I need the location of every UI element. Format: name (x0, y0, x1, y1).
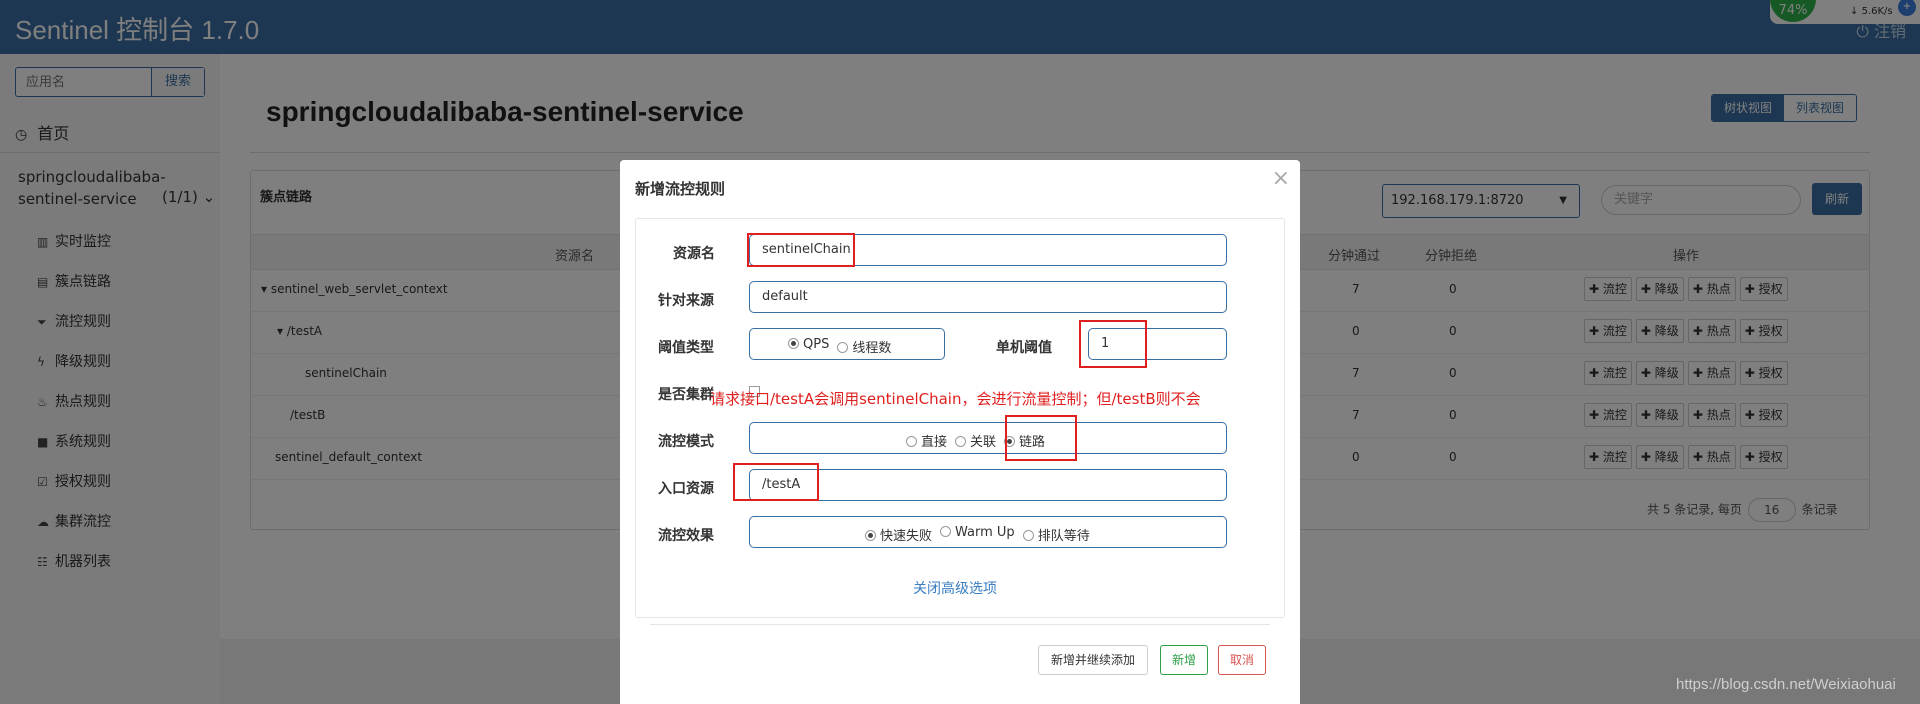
flow-mode-group: 直接 关联 链路 (749, 422, 1227, 454)
radio-relate[interactable]: 关联 (955, 431, 996, 450)
add-flow-rule-dialog: 新增流控规则 × 资源名 sentinelChain 针对来源 default … (620, 160, 1300, 704)
annotation-text: 请求接口/testA会调用sentinelChain，会进行流量控制；但/tes… (710, 390, 1201, 408)
close-advanced-link[interactable]: 关闭高级选项 (913, 578, 997, 598)
highlight-entry-box (733, 463, 819, 501)
flow-effect-options: 快速失败 Warm Up 排队等待 (865, 525, 1090, 544)
add-button[interactable]: 新增 (1160, 645, 1208, 675)
radio-label: Warm Up (955, 525, 1015, 540)
entry-resource-label: 入口资源 (658, 481, 714, 497)
add-and-continue-button[interactable]: 新增并继续添加 (1038, 645, 1148, 675)
single-threshold-label: 单机阈值 (996, 340, 1052, 356)
radio-threads[interactable]: 线程数 (837, 337, 891, 356)
dialog-title: 新增流控规则 (635, 180, 726, 198)
flow-effect-group: 快速失败 Warm Up 排队等待 (749, 516, 1227, 548)
radio-checked-icon (865, 530, 876, 541)
radio-queue[interactable]: 排队等待 (1022, 525, 1090, 544)
origin-label: 针对来源 (658, 293, 714, 309)
radio-qps[interactable]: QPS (788, 337, 829, 356)
resource-label: 资源名 (673, 246, 715, 262)
radio-unchecked-icon (837, 342, 849, 353)
cancel-button[interactable]: 取消 (1218, 645, 1266, 675)
radio-unchecked-icon (955, 436, 967, 447)
dialog-divider (650, 624, 1270, 625)
close-icon[interactable]: × (1272, 166, 1290, 191)
radio-direct[interactable]: 直接 (906, 431, 947, 450)
rule-form: 资源名 sentinelChain 针对来源 default 阈值类型 QPS … (635, 218, 1285, 618)
radio-label: 快速失败 (880, 529, 933, 544)
threshold-type-options: QPS 线程数 (788, 337, 891, 356)
radio-unchecked-icon (906, 436, 917, 447)
radio-fast-fail[interactable]: 快速失败 (865, 525, 932, 544)
flow-effect-label: 流控效果 (658, 528, 714, 544)
cluster-label: 是否集群 (658, 387, 714, 403)
entry-resource-field[interactable]: /testA (749, 469, 1227, 501)
radio-warm-up[interactable]: Warm Up (940, 525, 1015, 544)
radio-label: 直接 (921, 435, 948, 450)
highlight-chain-box (1005, 415, 1077, 461)
highlight-threshold-box (1079, 320, 1147, 368)
radio-label: 排队等待 (1037, 529, 1090, 544)
radio-label: 线程数 (852, 341, 892, 356)
flow-mode-label: 流控模式 (658, 434, 714, 450)
watermark: https://blog.csdn.net/Weixiaohuai (1676, 676, 1896, 693)
radio-unchecked-icon (1022, 530, 1034, 541)
radio-checked-icon (788, 338, 799, 349)
origin-field[interactable]: default (749, 281, 1227, 313)
radio-label: 关联 (970, 435, 997, 450)
threshold-type-label: 阈值类型 (658, 340, 714, 356)
highlight-resource-box (747, 233, 855, 267)
threshold-type-group: QPS 线程数 (749, 328, 945, 360)
radio-label: QPS (803, 337, 830, 352)
radio-unchecked-icon (940, 526, 952, 537)
